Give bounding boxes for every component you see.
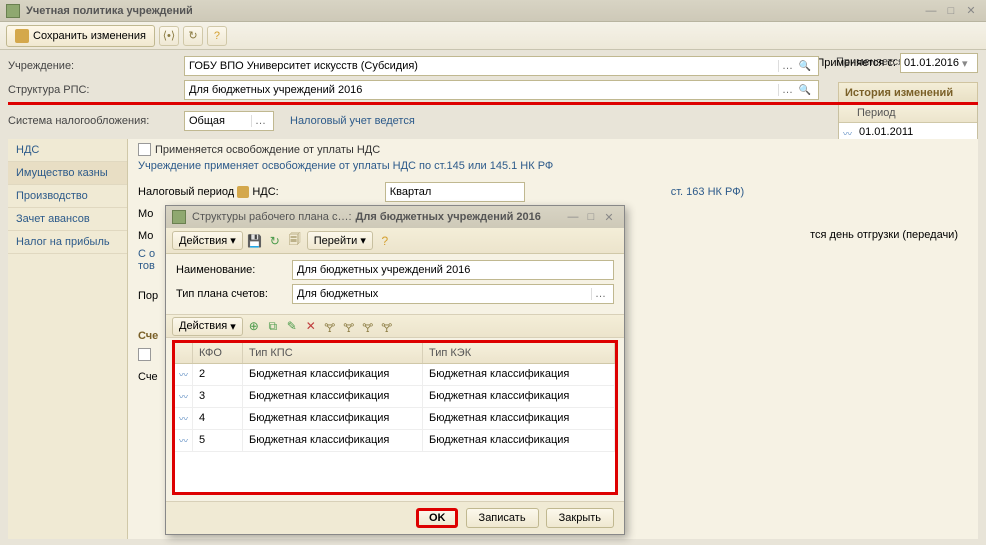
tax-label: Система налогообложения: xyxy=(8,115,178,127)
type-input[interactable]: Для бюджетных … xyxy=(292,284,614,304)
tab-production[interactable]: Производство xyxy=(8,185,127,208)
window-titlebar: Учетная политика учреждений — □ ✕ xyxy=(0,0,986,22)
ellipsis-icon[interactable]: … xyxy=(251,115,269,127)
copy-icon[interactable]: ⧉ xyxy=(265,318,281,334)
nav-back-icon[interactable]: ⟨•⟩ xyxy=(159,26,179,46)
col-kps[interactable]: Тип КПС xyxy=(243,343,423,363)
report-icon[interactable]: 🗐 xyxy=(287,233,303,249)
ok-button[interactable]: OK xyxy=(416,508,459,528)
grid-toolbar: Действия ▾ ⊕ ⧉ ✎ ✕ 🝖 🝖 🝖 🝖 xyxy=(166,314,624,338)
name-label: Наименование: xyxy=(176,264,286,276)
org-label: Учреждение: xyxy=(8,60,178,72)
side-tabs: НДС Имущество казны Производство Зачет а… xyxy=(8,139,128,539)
kfo-grid: КФО Тип КПС Тип КЭК 〰2Бюджетная классифи… xyxy=(172,340,618,495)
filter3-icon[interactable]: 🝖 xyxy=(360,318,376,334)
help-icon[interactable]: ? xyxy=(377,233,393,249)
row-icon: 〰 xyxy=(175,364,193,385)
minimize-icon[interactable]: — xyxy=(922,3,940,19)
write-button[interactable]: Записать xyxy=(466,508,539,528)
rps-value: Для бюджетных учреждений 2016 xyxy=(189,84,778,96)
row-icon: 〰 xyxy=(175,386,193,407)
filter2-icon[interactable]: 🝖 xyxy=(341,318,357,334)
refresh-icon[interactable]: ↻ xyxy=(267,233,283,249)
main-toolbar: Сохранить изменения ⟨•⟩ ↻ ? xyxy=(0,22,986,50)
col-kek[interactable]: Тип КЭК xyxy=(423,343,615,363)
search-icon[interactable] xyxy=(796,84,814,96)
maximize-icon[interactable]: □ xyxy=(582,209,600,225)
delete-icon[interactable]: ✕ xyxy=(303,318,319,334)
type-label: Тип плана счетов: xyxy=(176,288,286,300)
chevron-down-icon: ▾ xyxy=(230,320,236,333)
goto-button[interactable]: Перейти ▾ xyxy=(307,231,373,250)
filter-icon[interactable]: 🝖 xyxy=(322,318,338,334)
search-icon[interactable] xyxy=(796,60,814,72)
chk-label: Применяется освобождение от уплаты НДС xyxy=(155,144,380,156)
rps-input[interactable]: Для бюджетных учреждений 2016 … xyxy=(184,80,819,100)
chevron-down-icon: ▾ xyxy=(230,234,236,247)
col-kfo[interactable]: КФО xyxy=(193,343,243,363)
name-input[interactable]: Для бюджетных учреждений 2016 xyxy=(292,260,614,280)
close-icon[interactable]: ✕ xyxy=(962,3,980,19)
grid-row[interactable]: 〰4Бюджетная классификацияБюджетная класс… xyxy=(175,408,615,430)
minimize-icon[interactable]: — xyxy=(564,209,582,225)
tax-value: Общая xyxy=(189,115,251,127)
actions-button[interactable]: Действия ▾ xyxy=(172,231,243,250)
grid-row[interactable]: 〰2Бюджетная классификацияБюджетная класс… xyxy=(175,364,615,386)
help-icon[interactable]: ? xyxy=(207,26,227,46)
text-fragment: тся день отгрузки (передачи) xyxy=(810,229,958,241)
close-button[interactable]: Закрыть xyxy=(546,508,614,528)
nds-icon xyxy=(237,186,249,198)
dialog-title-pre: Структуры рабочего плана с…: xyxy=(192,211,352,223)
row-icon: 〰 xyxy=(175,408,193,429)
rps-label: Структура РПС: xyxy=(8,84,178,96)
period-label: Налоговый период НДС: xyxy=(138,186,279,198)
checkbox[interactable] xyxy=(138,348,151,361)
ellipsis-icon[interactable]: … xyxy=(591,288,609,300)
ellipsis-icon[interactable]: … xyxy=(778,84,796,96)
rps-dialog: Структуры рабочего плана с…: Для бюджетн… xyxy=(165,205,625,535)
period-input[interactable]: Квартал xyxy=(385,182,525,202)
save-button[interactable]: Сохранить изменения xyxy=(6,25,155,47)
tab-advance[interactable]: Зачет авансов xyxy=(8,208,127,231)
save-icon xyxy=(15,29,29,43)
nds-info-link[interactable]: Учреждение применяет освобождение от упл… xyxy=(138,160,968,172)
app-icon xyxy=(6,4,20,18)
edit-icon[interactable]: ✎ xyxy=(284,318,300,334)
window-title: Учетная политика учреждений xyxy=(26,5,922,17)
tax-link[interactable]: Налоговый учет ведется xyxy=(290,115,415,127)
save-label: Сохранить изменения xyxy=(33,30,146,42)
checkbox-nds-exempt[interactable] xyxy=(138,143,151,156)
filter-clear-icon[interactable]: 🝖 xyxy=(379,318,395,334)
dialog-titlebar: Структуры рабочего плана с…: Для бюджетн… xyxy=(166,206,624,228)
dialog-toolbar: Действия ▾ 💾 ↻ 🗐 Перейти ▾ ? xyxy=(166,228,624,254)
actions-button[interactable]: Действия ▾ xyxy=(172,317,243,336)
period-value: Квартал xyxy=(390,186,520,198)
dialog-footer: OK Записать Закрыть xyxy=(166,501,624,534)
close-icon[interactable]: ✕ xyxy=(600,209,618,225)
dialog-icon xyxy=(172,210,186,224)
grid-row[interactable]: 〰3Бюджетная классификацияБюджетная класс… xyxy=(175,386,615,408)
org-input[interactable]: ГОБУ ВПО Университет искусств (Субсидия)… xyxy=(184,56,819,76)
dialog-title-val: Для бюджетных учреждений 2016 xyxy=(356,211,564,223)
tab-profit[interactable]: Налог на прибыль xyxy=(8,231,127,254)
maximize-icon[interactable]: □ xyxy=(942,3,960,19)
save-icon[interactable]: 💾 xyxy=(247,233,263,249)
ellipsis-icon[interactable]: … xyxy=(778,60,796,72)
grid-header: КФО Тип КПС Тип КЭК xyxy=(175,343,615,364)
add-icon[interactable]: ⊕ xyxy=(246,318,262,334)
tax-input[interactable]: Общая … xyxy=(184,111,274,131)
tab-nds[interactable]: НДС xyxy=(8,139,127,162)
grid-row[interactable]: 〰5Бюджетная классификацияБюджетная класс… xyxy=(175,430,615,452)
nk-link[interactable]: ст. 163 НК РФ) xyxy=(671,186,745,198)
tab-property[interactable]: Имущество казны xyxy=(8,162,127,185)
chevron-down-icon: ▾ xyxy=(360,234,366,247)
refresh-icon[interactable]: ↻ xyxy=(183,26,203,46)
row-icon: 〰 xyxy=(175,430,193,451)
org-value: ГОБУ ВПО Университет искусств (Субсидия) xyxy=(189,60,778,72)
